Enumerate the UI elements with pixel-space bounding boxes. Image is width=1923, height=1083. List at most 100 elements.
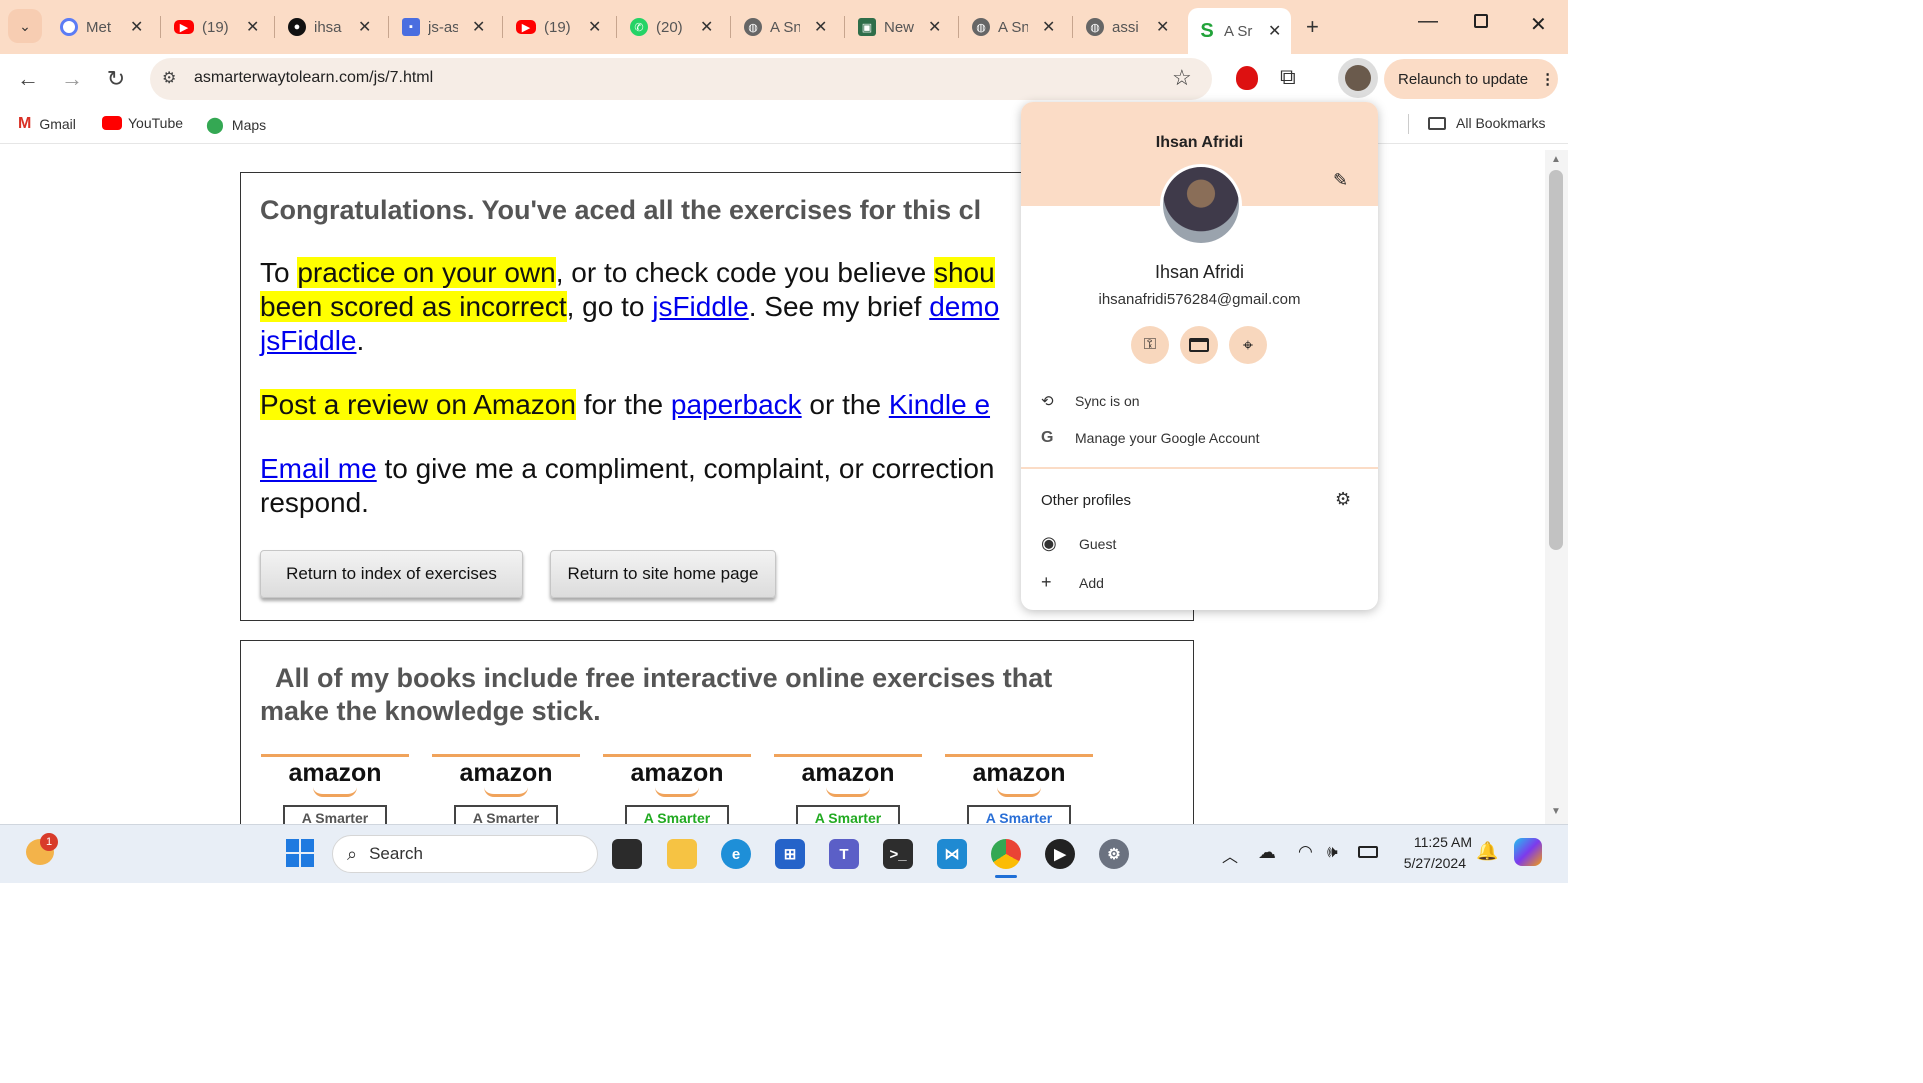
- vscode-icon[interactable]: ⋈: [937, 839, 967, 869]
- bookmark-maps[interactable]: ⬤ Maps: [206, 115, 266, 135]
- extensions-puzzle-icon[interactable]: ⧉: [1280, 64, 1296, 90]
- return-home-button[interactable]: Return to site home page: [550, 550, 776, 598]
- start-button[interactable]: [286, 839, 314, 867]
- clock-time[interactable]: 11:25 AM: [1396, 834, 1472, 850]
- sync-row[interactable]: ⟲ Sync is on: [1041, 392, 1140, 410]
- close-icon[interactable]: ✕: [1268, 21, 1281, 41]
- sync-icon: ⟲: [1041, 393, 1054, 410]
- payment-methods-button[interactable]: [1180, 326, 1218, 364]
- close-icon[interactable]: ✕: [1042, 17, 1055, 37]
- close-window-button[interactable]: ✕: [1530, 12, 1547, 37]
- tab-youtube-1[interactable]: ▶ (19) ✕: [174, 8, 259, 46]
- terminal-icon[interactable]: >_: [883, 839, 913, 869]
- kindle-link[interactable]: Kindle e: [889, 389, 990, 420]
- all-bookmarks[interactable]: All Bookmarks: [1428, 115, 1545, 131]
- jsfiddle-link[interactable]: jsFiddle: [652, 291, 748, 322]
- teams-icon[interactable]: T: [829, 839, 859, 869]
- minimize-button[interactable]: —: [1418, 10, 1438, 33]
- battery-icon[interactable]: [1358, 846, 1378, 858]
- tab-meta[interactable]: Met ✕: [60, 8, 143, 46]
- close-icon[interactable]: ✕: [700, 17, 713, 37]
- tab-github[interactable]: ● ihsa ✕: [288, 8, 371, 46]
- review-paragraph: Post a review on Amazon for the paperbac…: [260, 388, 990, 422]
- taskbar-search-box[interactable]: ⌕ Search: [332, 835, 598, 873]
- book-cover[interactable]: amazon A Smarter: [261, 754, 409, 831]
- profile-avatar-button[interactable]: [1338, 58, 1378, 98]
- demo-link[interactable]: demo: [929, 291, 999, 322]
- reload-button[interactable]: ↻: [102, 65, 130, 93]
- google-g-icon: G: [1041, 429, 1054, 446]
- page-scrollbar[interactable]: ▲ ▼: [1545, 150, 1568, 824]
- credit-card-icon: [1189, 338, 1209, 352]
- tab-smarter-active[interactable]: S A Sr ✕: [1188, 8, 1292, 54]
- book-cover[interactable]: amazon A Smarter: [432, 754, 580, 831]
- passwords-button[interactable]: ⚿: [1131, 326, 1169, 364]
- add-profile-row[interactable]: + Add: [1041, 572, 1104, 593]
- tab-smarter-1[interactable]: ◍ A Sn ✕: [744, 8, 827, 46]
- close-icon[interactable]: ✕: [588, 17, 601, 37]
- notifications-bell-icon[interactable]: 🔔: [1476, 841, 1498, 862]
- chevron-up-icon[interactable]: ︿: [1222, 843, 1238, 867]
- scrollbar-thumb[interactable]: [1549, 170, 1563, 550]
- bookmark-youtube[interactable]: YouTube: [102, 115, 183, 131]
- close-icon[interactable]: ✕: [1156, 17, 1169, 37]
- book-cover[interactable]: amazon A Smarter: [945, 754, 1093, 831]
- search-placeholder: Search: [369, 844, 423, 863]
- meta-icon: [60, 18, 78, 36]
- back-button[interactable]: ←: [14, 65, 42, 93]
- close-icon[interactable]: ✕: [246, 17, 259, 37]
- amazon-logo: amazon: [288, 759, 382, 787]
- restore-button[interactable]: [1474, 14, 1488, 28]
- close-icon[interactable]: ✕: [130, 17, 143, 37]
- close-icon[interactable]: ✕: [814, 17, 827, 37]
- close-icon[interactable]: ✕: [928, 17, 941, 37]
- tab-search-button[interactable]: ⌄: [8, 9, 42, 43]
- tab-whatsapp[interactable]: ✆ (20) ✕: [630, 8, 713, 46]
- manage-profiles-gear-icon[interactable]: ⚙: [1335, 489, 1351, 510]
- site-info-icon[interactable]: ⚙: [162, 68, 176, 88]
- tab-new[interactable]: ▣ New ✕: [858, 8, 941, 46]
- volume-icon[interactable]: 🕪: [1327, 842, 1338, 862]
- return-index-button[interactable]: Return to index of exercises: [260, 550, 523, 598]
- manage-account-row[interactable]: G Manage your Google Account: [1041, 429, 1259, 447]
- edit-pencil-icon[interactable]: ✎: [1333, 170, 1348, 191]
- bookmark-star-icon[interactable]: ☆: [1172, 65, 1192, 91]
- tab-assignment[interactable]: ◍ assi ✕: [1086, 8, 1169, 46]
- chrome-icon[interactable]: [991, 839, 1021, 869]
- tab-title: (20): [656, 18, 683, 36]
- new-tab-button[interactable]: +: [1306, 14, 1319, 40]
- guest-profile-row[interactable]: ◉ Guest: [1041, 533, 1116, 554]
- onedrive-icon[interactable]: ☁: [1258, 842, 1276, 863]
- tab-youtube-2[interactable]: ▶ (19) ✕: [516, 8, 601, 46]
- settings-gear-icon[interactable]: ⚙: [1099, 839, 1129, 869]
- url-text[interactable]: asmarterwaytolearn.com/js/7.html: [194, 69, 433, 87]
- text: , or to check code you believe: [555, 257, 934, 288]
- address-bar[interactable]: ⚙ asmarterwaytolearn.com/js/7.html ☆: [150, 58, 1212, 100]
- tab-smarter-2[interactable]: ◍ A Sn ✕: [972, 8, 1055, 46]
- file-explorer-icon[interactable]: [667, 839, 697, 869]
- edge-icon[interactable]: e: [721, 839, 751, 869]
- amazon-logo: amazon: [459, 759, 553, 787]
- forward-button[interactable]: →: [58, 65, 86, 93]
- copilot-icon[interactable]: [1514, 838, 1542, 866]
- book-cover[interactable]: amazon A Smarter: [603, 754, 751, 831]
- relaunch-button[interactable]: Relaunch to update ⋮: [1384, 59, 1558, 99]
- adblock-extension-icon[interactable]: [1236, 66, 1258, 90]
- close-icon[interactable]: ✕: [358, 17, 371, 37]
- close-icon[interactable]: ✕: [472, 17, 485, 37]
- jsfiddle-link-2[interactable]: jsFiddle: [260, 325, 356, 356]
- media-player-icon[interactable]: ▶: [1045, 839, 1075, 869]
- scroll-up-icon[interactable]: ▲: [1551, 154, 1561, 165]
- addresses-button[interactable]: ⌖: [1229, 326, 1267, 364]
- task-view-icon[interactable]: [612, 839, 642, 869]
- microsoft-store-icon[interactable]: ⊞: [775, 839, 805, 869]
- wifi-icon[interactable]: ◠: [1298, 842, 1313, 862]
- clock-date[interactable]: 5/27/2024: [1396, 855, 1466, 871]
- paperback-link[interactable]: paperback: [671, 389, 802, 420]
- tab-js-assignment[interactable]: ▪ js-as ✕: [402, 8, 485, 46]
- email-me-link[interactable]: Email me: [260, 453, 377, 484]
- scroll-down-icon[interactable]: ▼: [1551, 806, 1561, 817]
- book-cover[interactable]: amazon A Smarter: [774, 754, 922, 831]
- bookmark-gmail[interactable]: M Gmail: [18, 115, 76, 133]
- highlight: shou: [933, 257, 995, 288]
